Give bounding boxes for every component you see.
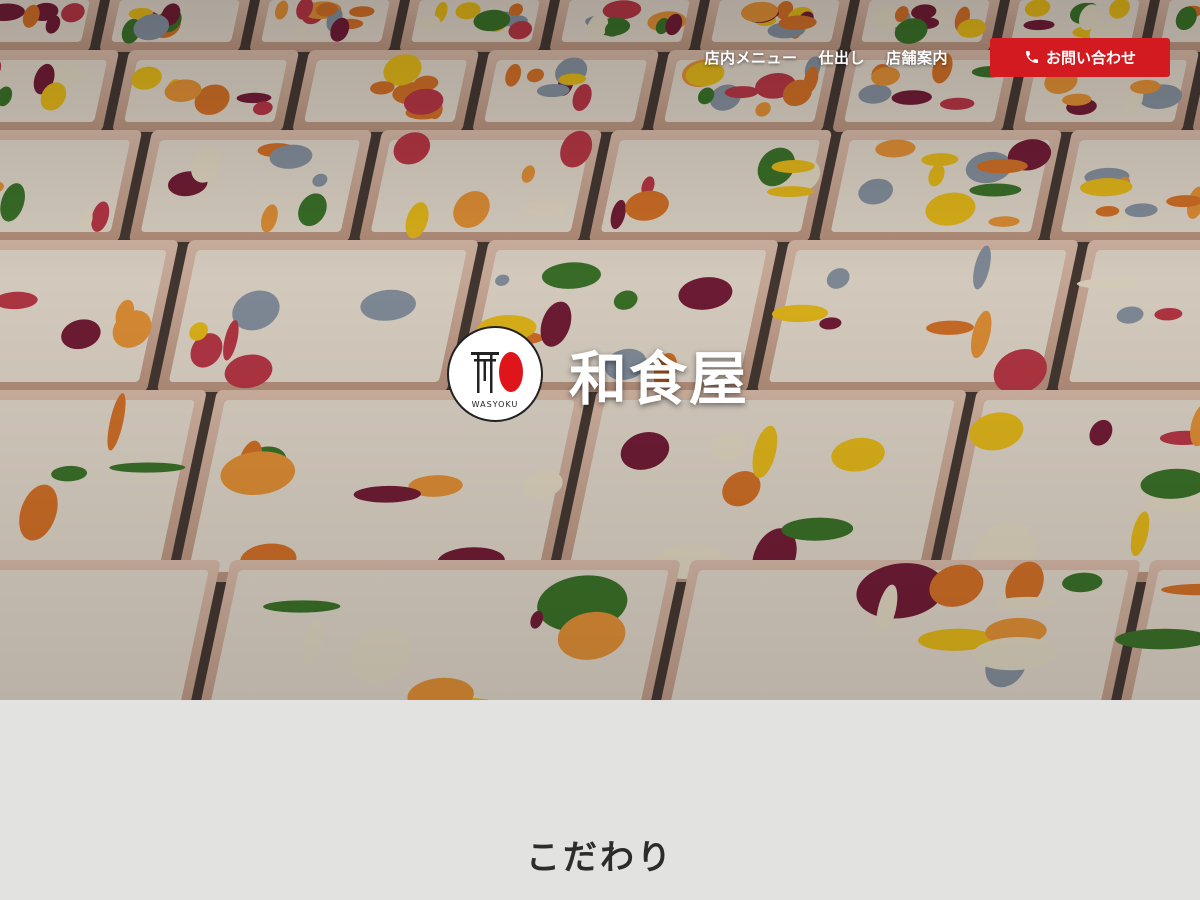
site-logo[interactable]: WASYOKU 和食屋 — [447, 326, 749, 422]
hero-section: 店内メニュー 仕出し 店舗案内 お問い合わせ WASYOKU 和食屋 — [0, 0, 1200, 700]
nav-link-catering[interactable]: 仕出し — [818, 47, 865, 68]
logo-subtext: WASYOKU — [471, 400, 519, 409]
contact-button-label: お問い合わせ — [1045, 48, 1136, 67]
contact-button[interactable]: お問い合わせ — [990, 37, 1170, 77]
nav-link-menu[interactable]: 店内メニュー — [704, 47, 797, 68]
section-title: こだわり — [526, 838, 674, 878]
main-nav: 店内メニュー 仕出し 店舗案内 お問い合わせ — [704, 37, 1170, 77]
logo-name: 和食屋 — [569, 345, 750, 413]
nav-link-store-info[interactable]: 店舗案内 — [886, 47, 948, 68]
logo-mark: WASYOKU — [447, 326, 543, 422]
phone-icon — [1024, 49, 1040, 65]
